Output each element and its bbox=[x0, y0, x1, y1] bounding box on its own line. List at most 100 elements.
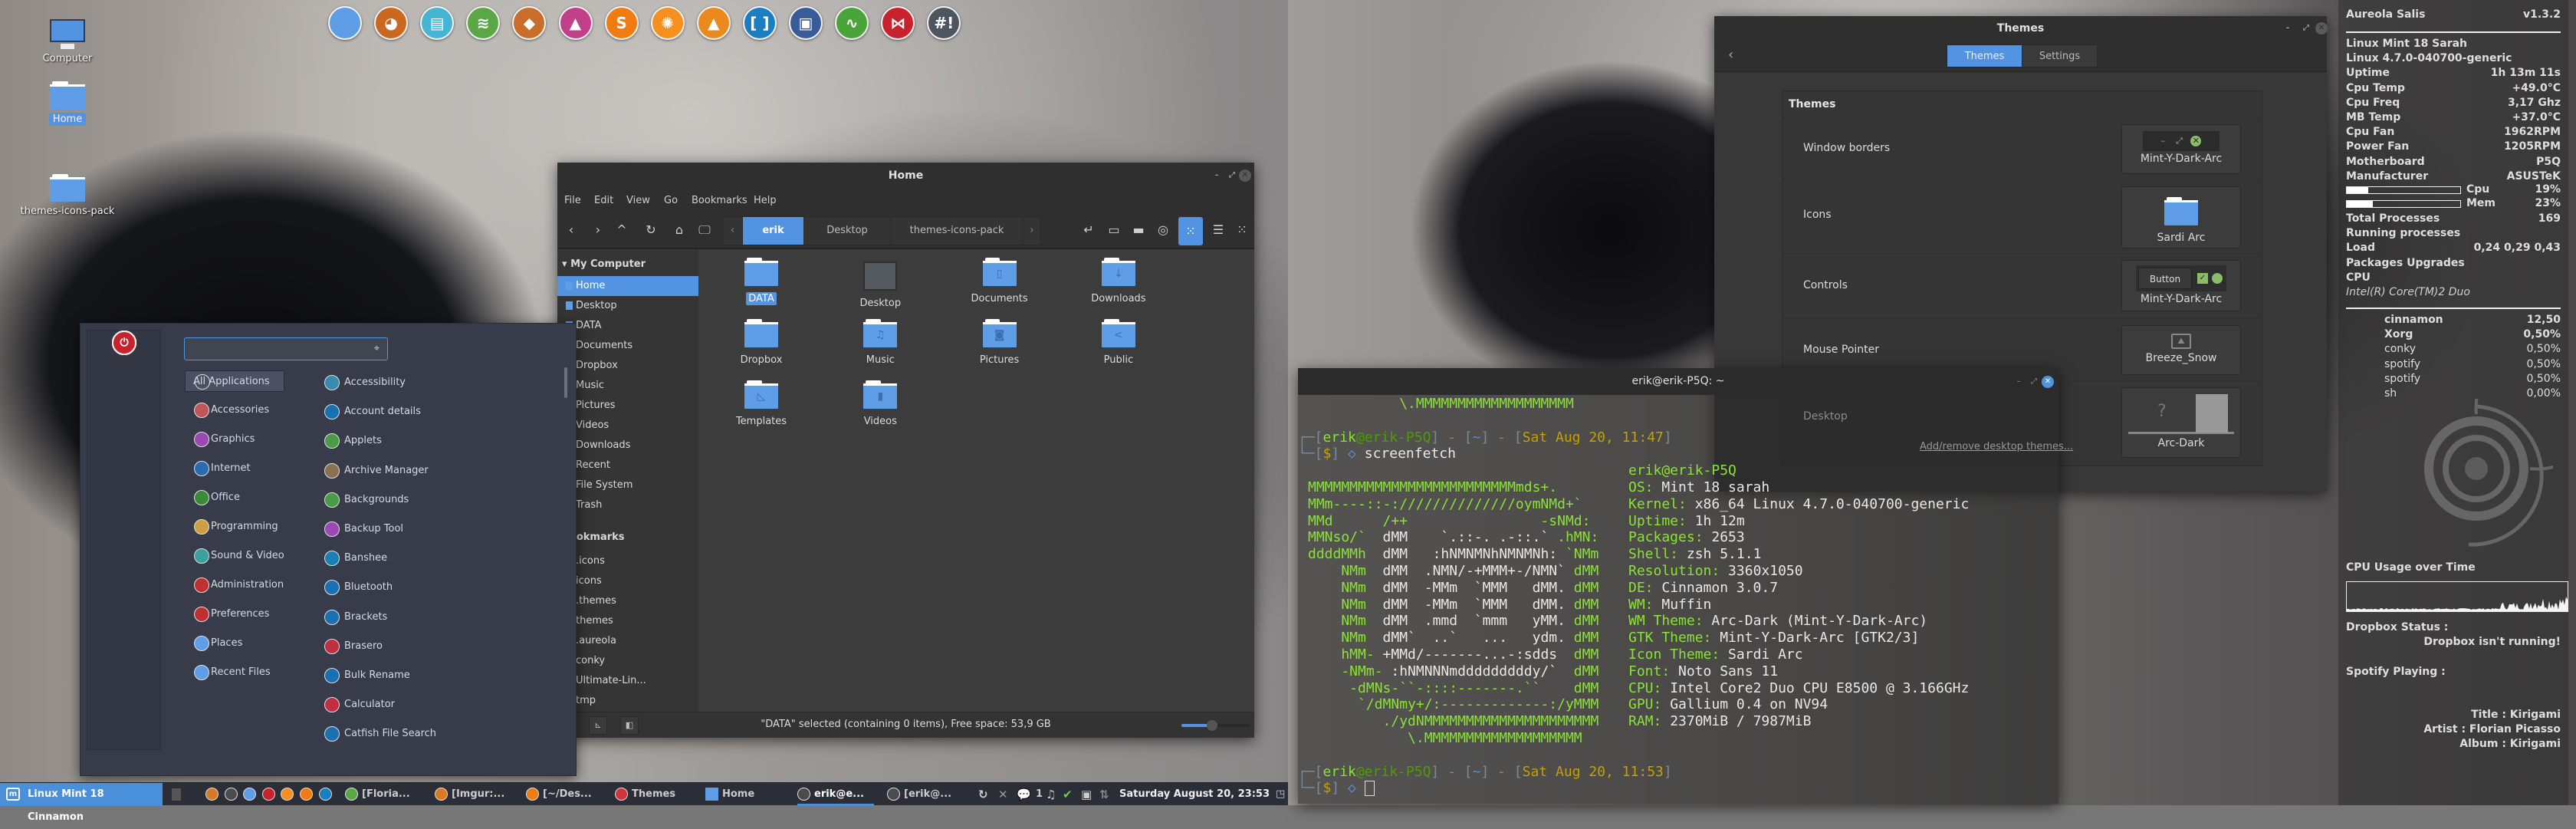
sound-icon[interactable]: ♫ bbox=[1046, 783, 1056, 806]
sidebar-place[interactable]: Pictures bbox=[557, 396, 698, 416]
sidebar-place[interactable]: File System bbox=[557, 475, 698, 495]
clock[interactable]: Saturday August 20, 23:53 bbox=[1119, 783, 1270, 806]
firefox-icon[interactable] bbox=[205, 788, 219, 801]
breadcrumb-right-arrow[interactable]: › bbox=[1024, 217, 1040, 245]
location-target-icon[interactable]: ◎ bbox=[1153, 222, 1173, 237]
sidebar-place[interactable]: Videos bbox=[557, 416, 698, 436]
terminal-window[interactable]: erik@erik-P5Q: ~ – ⤢ ✕ \.MMMMMMMMMMMMMMM… bbox=[1298, 368, 2058, 804]
file-item[interactable]: ♫ Music bbox=[834, 319, 926, 367]
minimize-button[interactable]: – bbox=[1211, 169, 1223, 182]
menu-category[interactable]: Places bbox=[185, 633, 284, 654]
taskbar-window[interactable]: [erik@... bbox=[887, 783, 951, 806]
dock-launcher[interactable]: ▤ bbox=[420, 6, 455, 40]
menu-category[interactable]: All Applications bbox=[185, 370, 284, 392]
notifications-icon[interactable]: 💬 bbox=[1017, 783, 1031, 806]
files-icon[interactable] bbox=[243, 788, 257, 801]
menu-app[interactable]: Account details bbox=[324, 401, 516, 423]
open-terminal-icon[interactable]: ▭ bbox=[1104, 222, 1124, 237]
forward-icon[interactable]: › bbox=[588, 222, 608, 237]
tab-themes[interactable]: Themes bbox=[1947, 44, 2022, 67]
menu-app[interactable]: Calculator bbox=[324, 694, 516, 716]
file-item[interactable]: ◺ Templates bbox=[715, 380, 807, 428]
brackets-icon[interactable] bbox=[318, 788, 332, 801]
dock-launcher[interactable]: ◕ bbox=[374, 6, 409, 40]
update-manager-shield-icon[interactable]: ✔ bbox=[1063, 783, 1073, 806]
display-icon[interactable]: ▣ bbox=[1081, 783, 1092, 806]
terminal-icon[interactable] bbox=[224, 788, 238, 801]
taskbar-window-active[interactable]: erik@e... bbox=[797, 783, 874, 806]
menu-category[interactable]: Preferences bbox=[185, 604, 284, 625]
sidebar-place[interactable]: Music bbox=[557, 376, 698, 396]
menu-category[interactable]: Recent Files bbox=[185, 662, 284, 683]
sidebar-place[interactable]: Downloads bbox=[557, 436, 698, 456]
home-icon[interactable]: ⌂ bbox=[669, 222, 689, 237]
sidebar-header-my-computer[interactable]: ▾ My Computer bbox=[562, 258, 646, 270]
minimize-button[interactable]: – bbox=[2282, 22, 2294, 35]
desktop-icon-home[interactable]: Home bbox=[14, 81, 121, 126]
compact-view-button[interactable]: ⁙ bbox=[1232, 222, 1252, 237]
menu-category[interactable]: Graphics bbox=[185, 429, 284, 450]
workspace-switcher-icon[interactable]: ◳ bbox=[1276, 783, 1285, 806]
power-icon[interactable]: ⏻ bbox=[112, 331, 136, 355]
taskbar-window[interactable]: Themes bbox=[615, 783, 675, 806]
menu-scrollbar[interactable] bbox=[564, 367, 567, 398]
show-desktop-button[interactable] bbox=[172, 788, 181, 801]
menu-category[interactable]: Accessories bbox=[185, 400, 284, 421]
list-view-button[interactable]: ☰ bbox=[1208, 222, 1228, 237]
zoom-slider-handle[interactable] bbox=[1207, 720, 1218, 731]
sidebar-bookmark[interactable]: conky bbox=[557, 651, 698, 671]
sidebar-place[interactable]: Dropbox bbox=[557, 356, 698, 376]
back-button[interactable]: ‹ bbox=[1728, 47, 1733, 63]
menu-category[interactable]: Programming bbox=[185, 516, 284, 538]
minimize-button[interactable]: – bbox=[2013, 376, 2025, 388]
menu-file[interactable]: File bbox=[564, 195, 581, 206]
dock-launcher[interactable]: S bbox=[604, 6, 639, 40]
zoom-slider[interactable] bbox=[1181, 720, 1250, 731]
mouse-pointer-selector[interactable]: ⛰ Breeze_Snow bbox=[2121, 325, 2241, 375]
dock-launcher[interactable]: #! bbox=[927, 6, 961, 40]
sidebar-bookmark[interactable]: .icons bbox=[557, 551, 698, 571]
network-disconnected-icon[interactable]: ✕ bbox=[998, 783, 1008, 806]
breadcrumb-themes-icons-pack[interactable]: themes-icons-pack bbox=[891, 217, 1024, 245]
sidebar-bookmark[interactable]: themes bbox=[557, 611, 698, 631]
file-item[interactable]: ▯ Documents bbox=[954, 258, 1046, 305]
menu-category[interactable]: Internet bbox=[185, 458, 284, 479]
dock-launcher[interactable]: ▣ bbox=[789, 6, 823, 40]
breadcrumb-left-arrow[interactable]: ‹ bbox=[723, 217, 743, 245]
sidebar-place[interactable]: Desktop bbox=[557, 296, 698, 316]
menu-app[interactable]: Bulk Rename bbox=[324, 665, 516, 686]
file-item[interactable]: Desktop bbox=[834, 262, 926, 310]
taskbar-window[interactable]: [~/Des... bbox=[526, 783, 592, 806]
menu-category[interactable]: Sound & Video bbox=[185, 545, 284, 567]
icon-view-button[interactable]: ⁙ bbox=[1178, 217, 1203, 245]
add-remove-desktop-themes-link[interactable]: Add/remove desktop themes... bbox=[1920, 441, 2073, 452]
menu-app[interactable]: Brasero bbox=[324, 636, 516, 657]
dock-launcher[interactable]: ✺ bbox=[650, 6, 685, 40]
file-item[interactable]: ▮ Videos bbox=[834, 380, 926, 428]
menu-help[interactable]: Help bbox=[754, 195, 777, 206]
file-item[interactable]: < Public bbox=[1073, 319, 1165, 367]
sidebar-place[interactable]: Documents bbox=[557, 336, 698, 356]
menu-app[interactable]: Archive Manager bbox=[324, 460, 516, 482]
computer-icon[interactable]: 🖵 bbox=[695, 222, 715, 238]
menu-bookmarks[interactable]: Bookmarks bbox=[692, 195, 748, 206]
menu-app[interactable]: Backgrounds bbox=[324, 489, 516, 511]
taskbar-window[interactable]: Home bbox=[705, 783, 754, 806]
sidebar-bookmark[interactable]: .aureola bbox=[557, 631, 698, 651]
close-button[interactable]: ✕ bbox=[1239, 169, 1251, 182]
reload-icon[interactable]: ↻ bbox=[641, 222, 661, 237]
dock-launcher[interactable]: ▲ bbox=[696, 6, 731, 40]
maximize-button[interactable]: ⤢ bbox=[2300, 22, 2312, 35]
sidebar-bookmark[interactable]: Ultimate-Lin... bbox=[557, 671, 698, 691]
sublime-text-icon[interactable] bbox=[300, 788, 313, 801]
tab-settings[interactable]: Settings bbox=[2022, 44, 2098, 67]
controls-selector[interactable]: Button ✓ Mint-Y-Dark-Arc bbox=[2121, 260, 2241, 311]
menu-app[interactable]: Applets bbox=[324, 430, 516, 452]
menu-app[interactable]: Bluetooth bbox=[324, 577, 516, 598]
menu-button[interactable]: m Linux Mint 18 Cinnamon bbox=[0, 783, 163, 823]
sidebar-place[interactable]: Trash bbox=[557, 495, 698, 515]
dock-launcher[interactable] bbox=[328, 6, 362, 40]
menu-app[interactable]: Accessibility bbox=[324, 372, 516, 393]
new-folder-icon[interactable]: ▬ bbox=[1129, 222, 1148, 237]
menu-edit[interactable]: Edit bbox=[594, 195, 613, 206]
